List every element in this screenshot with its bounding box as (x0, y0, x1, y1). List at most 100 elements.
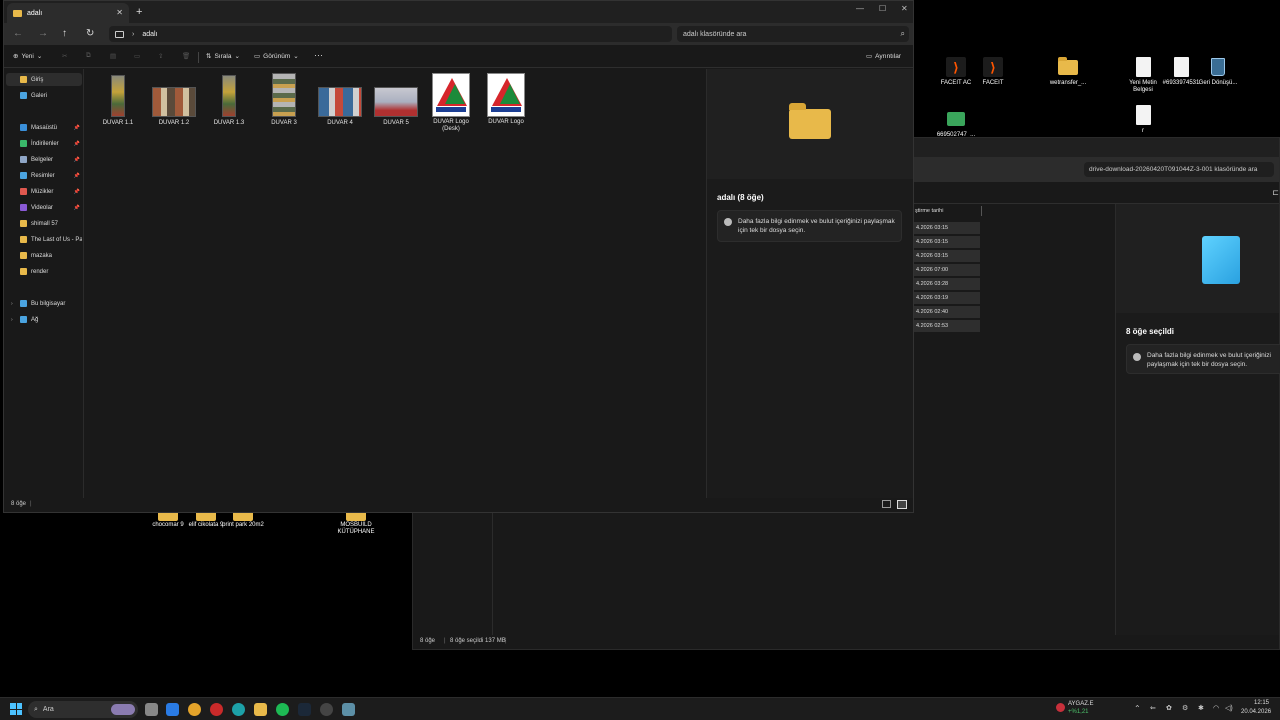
tray-steam-icon[interactable]: ⚙ (1182, 704, 1188, 712)
tray-app-icon[interactable]: ⇐ (1150, 704, 1156, 712)
date-cell[interactable]: 4.2026 07:00 (914, 264, 980, 276)
sidebar-item[interactable]: shimall 57 (6, 217, 82, 230)
more-options-button[interactable]: ··· (314, 50, 323, 60)
delete-icon[interactable]: 🗑 (182, 52, 190, 60)
tab-title: adalı (27, 9, 43, 17)
file-item[interactable]: DUVAR Logo (480, 73, 532, 126)
app-icon[interactable] (342, 703, 355, 716)
date-cell[interactable]: 4.2026 02:53 (914, 320, 980, 332)
date-cell[interactable]: 4.2026 03:15 (914, 222, 980, 234)
sidebar-item[interactable]: Resimler 📌 (6, 169, 82, 182)
file-item[interactable]: DUVAR 5 (370, 73, 422, 127)
sidebar-item[interactable]: Masaüstü 📌 (6, 121, 82, 134)
paste-icon[interactable]: ▤ (110, 52, 116, 60)
file-item[interactable]: DUVAR Logo (Desk) (425, 73, 477, 133)
address-bar-row: ← → ↑ ↻ › adalı adalı klasöründe ara ⌕ (4, 23, 913, 45)
sort-label: Sırala (214, 52, 232, 60)
windows-start-icon[interactable] (10, 703, 22, 715)
date-cell[interactable]: 4.2026 03:19 (914, 292, 980, 304)
sidebar-item[interactable]: Belgeler 📌 (6, 153, 82, 166)
date-cell[interactable]: 4.2026 03:15 (914, 250, 980, 262)
desktop-icon-faceit[interactable]: ⟩ FACEIT (969, 56, 1017, 87)
task-view-icon[interactable] (145, 703, 158, 716)
clock-date[interactable]: 20.04.2026 (1241, 709, 1271, 715)
file-item[interactable]: DUVAR 1.2 (148, 73, 200, 127)
wifi-icon[interactable]: ◠ (1213, 704, 1219, 712)
desktop-icon-label: print park 20m2 (222, 522, 264, 528)
tray-settings-icon[interactable]: ✿ (1166, 704, 1172, 712)
sidebar-item-label: Ağ (31, 316, 39, 323)
address-input[interactable]: › adalı (109, 26, 672, 42)
breadcrumb-current[interactable]: adalı (142, 31, 157, 38)
details-view-icon[interactable] (882, 500, 891, 508)
forward-arrow-icon[interactable]: → (38, 28, 48, 39)
sidebar-item-label: Videolar (31, 204, 53, 211)
chrome-icon[interactable] (188, 703, 201, 716)
folder-icon (1058, 56, 1078, 75)
sidebar-item[interactable]: render (6, 265, 82, 278)
sidebar-item[interactable]: İndirilenler 📌 (6, 137, 82, 150)
sidebar-item-label: shimall 57 (31, 220, 59, 227)
tab-close-icon[interactable]: ✕ (116, 8, 123, 17)
desktop-icon-669502747[interactable]: 669502747_... (932, 108, 980, 139)
sidebar-item[interactable]: The Last of Us - Pa (6, 233, 82, 246)
taskbar-search-box[interactable]: ⌕ Ara (28, 701, 138, 718)
tray-bluetooth-icon[interactable]: ✱ (1198, 704, 1204, 712)
file-item[interactable]: DUVAR 3 (258, 73, 310, 127)
refresh-icon[interactable]: ↻ (86, 28, 94, 39)
tiles-view-icon[interactable] (897, 500, 907, 509)
file-explorer-icon[interactable] (254, 703, 267, 716)
date-cell[interactable]: 4.2026 03:28 (914, 278, 980, 290)
copilot-icon[interactable] (166, 703, 179, 716)
edge-icon[interactable] (232, 703, 245, 716)
desktop-icon-wetransfer[interactable]: wetransfer_... (1044, 56, 1092, 87)
minimize-button[interactable]: — (856, 4, 864, 13)
up-arrow-icon[interactable]: ↑ (62, 28, 67, 39)
details-pane-icon[interactable]: ⊏ (1272, 188, 1279, 197)
new-button[interactable]: ⊕ Yeni ⌄ (13, 52, 42, 61)
desktop-icon-recycle-bin[interactable]: Geri Dönüşü... (1194, 56, 1242, 87)
details-button[interactable]: ▭ Ayrıntılar (866, 52, 901, 61)
file-item[interactable]: DUVAR 1.1 (92, 73, 144, 127)
desktop-icon-r[interactable]: r (1119, 104, 1167, 135)
clock-time[interactable]: 12:15 (1254, 700, 1269, 706)
file-item[interactable]: DUVAR 1.3 (203, 73, 255, 127)
sidebar-item[interactable]: mazaka (6, 249, 82, 262)
cut-icon[interactable]: ✂ (62, 52, 67, 60)
steam-icon[interactable] (298, 703, 311, 716)
rename-icon[interactable]: ▭ (134, 52, 140, 60)
chevron-right-icon[interactable]: › (11, 317, 13, 323)
new-tab-button[interactable]: + (136, 6, 142, 18)
file-item[interactable]: DUVAR 4 (314, 73, 366, 127)
weather-title[interactable]: AYGAZ.E (1068, 701, 1094, 707)
back-arrow-icon[interactable]: ← (13, 28, 23, 39)
sidebar-item[interactable]: Videolar 📌 (6, 201, 82, 214)
spotify-icon[interactable] (276, 703, 289, 716)
sidebar-item[interactable]: › Bu bilgisayar (6, 297, 82, 310)
date-cell[interactable]: 4.2026 03:15 (914, 236, 980, 248)
tray-chevron-icon[interactable]: ⌃ (1134, 704, 1141, 713)
navigation-pane: Giriş Galeri Masaüstü 📌 İndirilenler 📌 Belgele… (4, 69, 84, 498)
details-info-text: Daha fazla bilgi edinmek ve bulut içeriğ… (738, 218, 895, 234)
file-explorer-window[interactable]: adalı ✕ + — ☐ ✕ ← → ↑ ↻ › adalı adalı kl… (3, 0, 914, 513)
maximize-button[interactable]: ☐ (879, 4, 886, 13)
background-search-input[interactable]: drive-download-20260420T091044Z-3-001 kl… (1084, 162, 1274, 177)
copy-icon[interactable]: ⧉ (86, 52, 91, 60)
sort-button[interactable]: ⇅ Sırala ⌄ (206, 52, 240, 61)
close-button[interactable]: ✕ (901, 4, 908, 13)
sidebar-item[interactable]: › Ağ (6, 313, 82, 326)
chevron-right-icon[interactable]: › (11, 301, 13, 307)
date-cell[interactable]: 4.2026 02:40 (914, 306, 980, 318)
sidebar-item[interactable]: Giriş (6, 73, 82, 86)
view-button[interactable]: ▭ Görünüm ⌄ (254, 52, 299, 61)
sidebar-item[interactable]: Galeri (6, 89, 82, 102)
share-icon[interactable]: ⇪ (158, 52, 163, 60)
tab-adali[interactable]: adalı ✕ (7, 3, 129, 23)
column-header-date[interactable]: ştirme tarihi (915, 208, 943, 214)
search-input[interactable]: adalı klasöründe ara ⌕ (677, 26, 909, 42)
details-title: adalı (8 öğe) (717, 193, 764, 202)
opera-icon[interactable] (210, 703, 223, 716)
chrome-alt-icon[interactable] (320, 703, 333, 716)
sidebar-item[interactable]: Müzikler 📌 (6, 185, 82, 198)
volume-icon[interactable]: ◁) (1225, 704, 1233, 712)
